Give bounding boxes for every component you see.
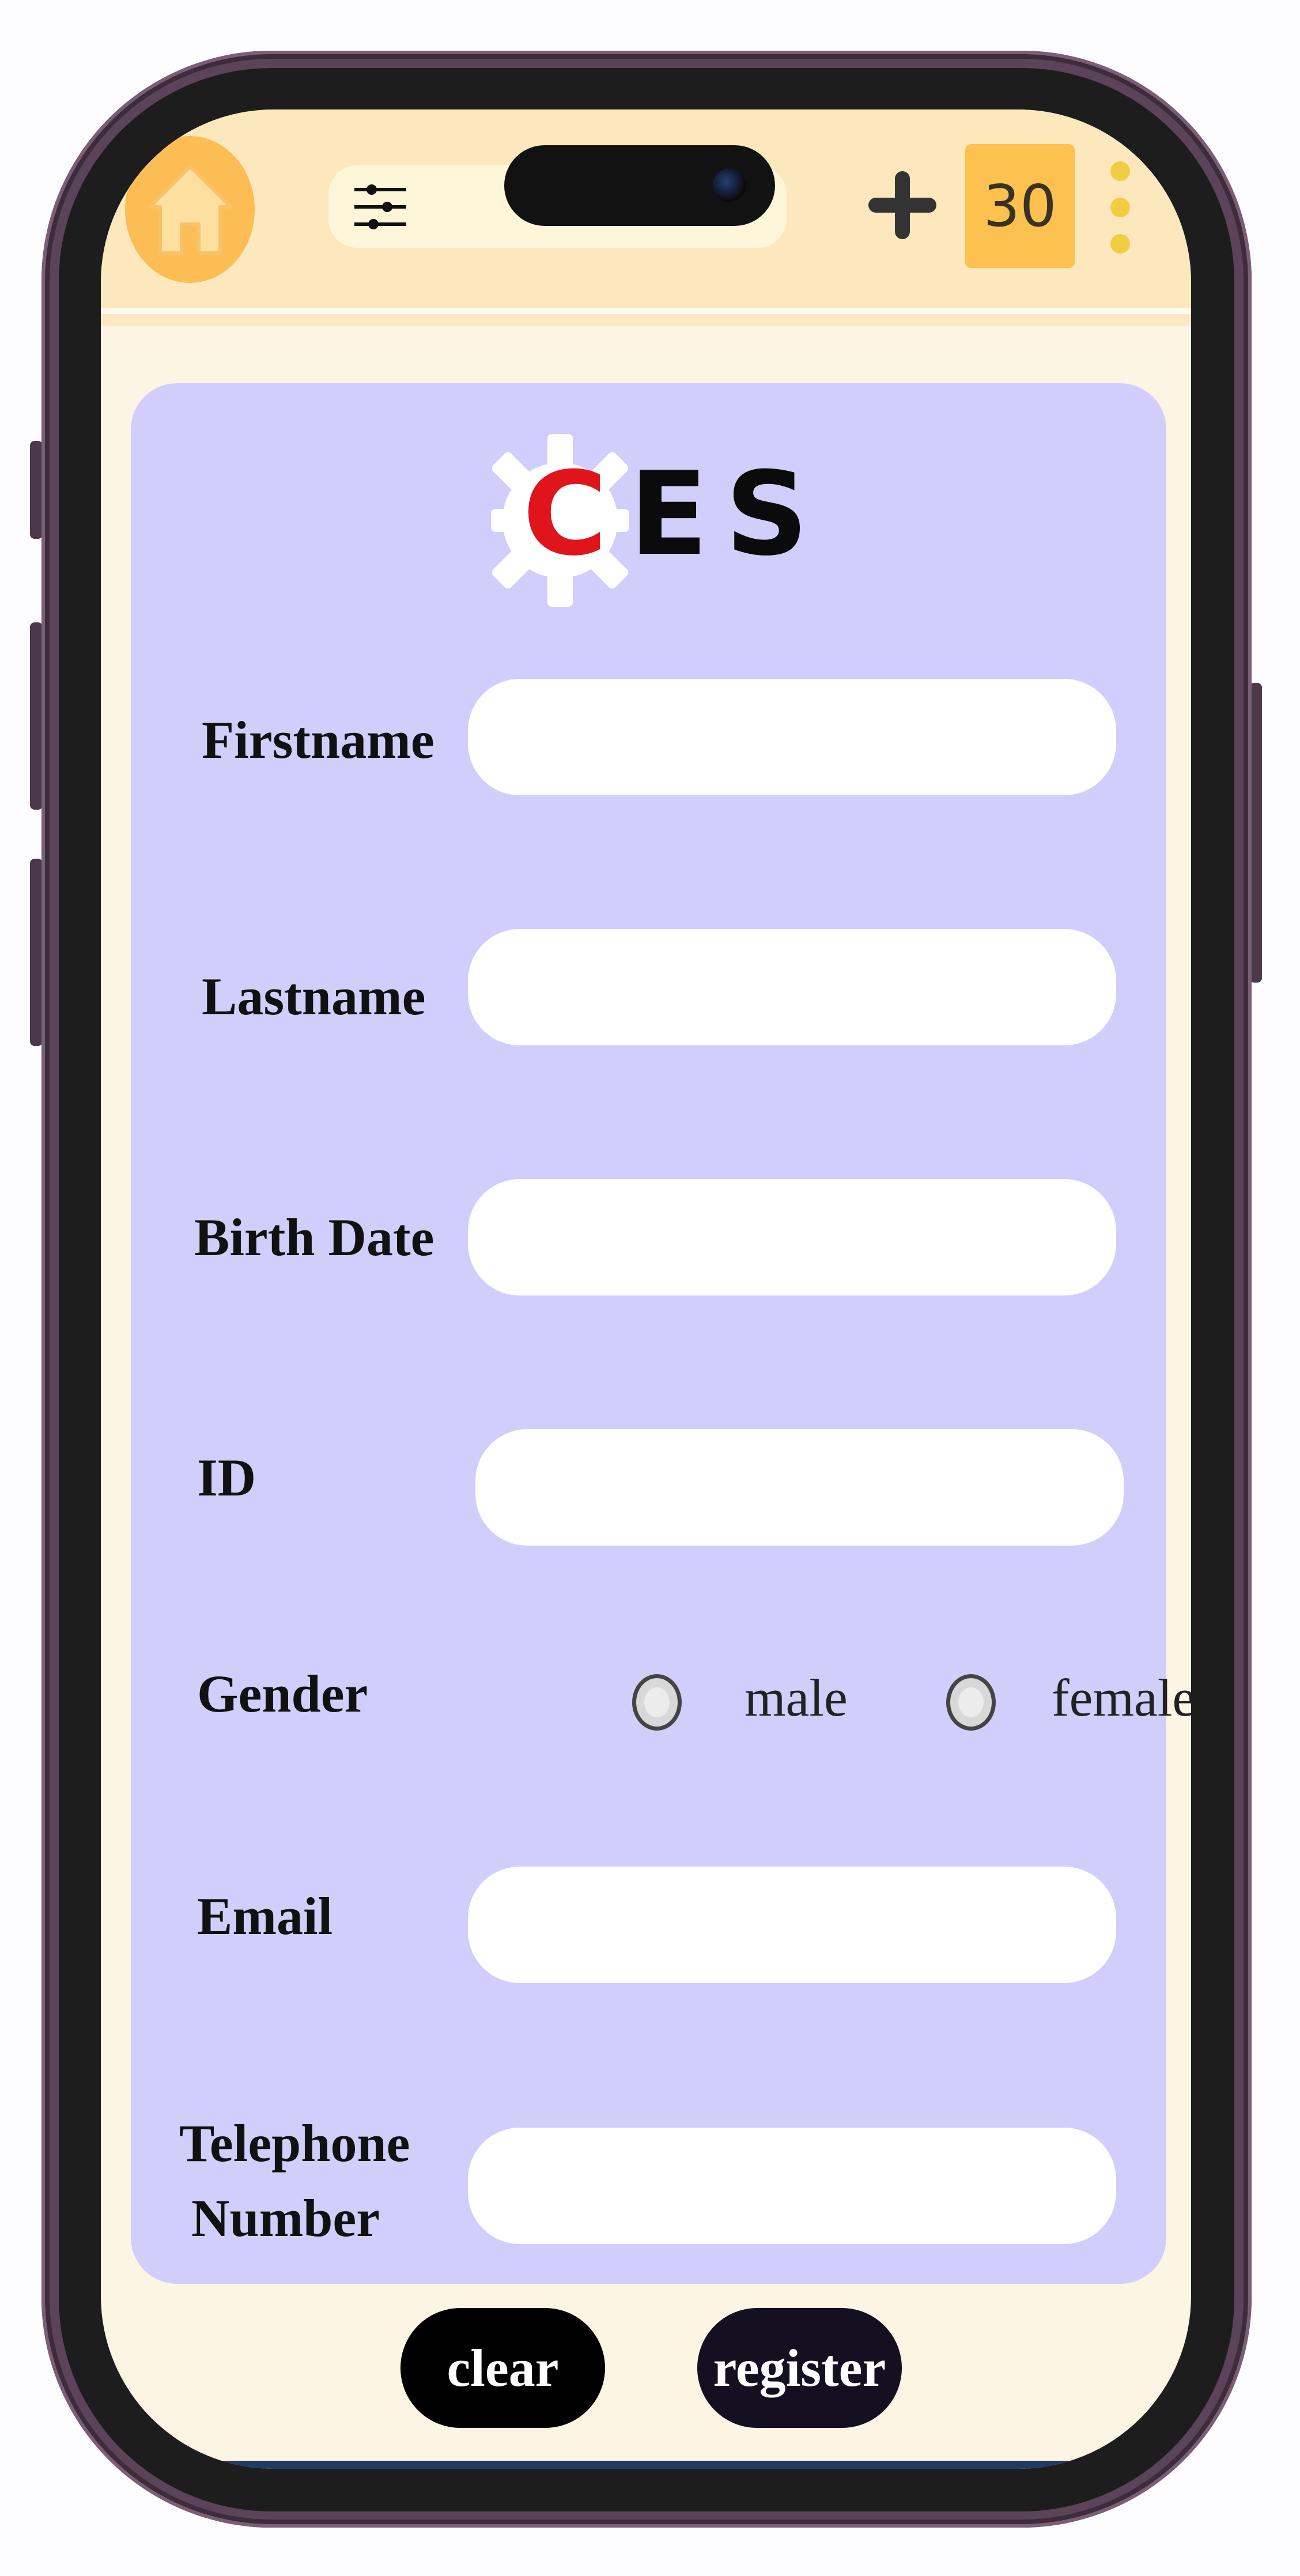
telephone-input[interactable] — [468, 2128, 1116, 2244]
logo-letter-c: C — [523, 447, 607, 581]
id-input[interactable] — [475, 1429, 1124, 1546]
ces-logo: C ES — [491, 434, 808, 607]
birthdate-input[interactable] — [468, 1179, 1116, 1295]
top-bar: 30 — [101, 109, 1191, 308]
logo-letters-es: ES — [629, 447, 826, 581]
filter-icon[interactable] — [352, 178, 409, 236]
camera-icon — [713, 168, 746, 202]
email-input[interactable] — [468, 1867, 1116, 1983]
firstname-label: Firstname — [202, 711, 434, 769]
telephone-label-line2: Number — [191, 2189, 380, 2248]
volume-up-button — [30, 622, 43, 810]
registration-form: C ES Firstname Lastname Birth Date ID Ge… — [131, 383, 1191, 2284]
birthdate-label: Birth Date — [194, 1208, 434, 1267]
gender-label: Gender — [197, 1664, 368, 1723]
plus-icon[interactable] — [861, 164, 942, 245]
home-icon — [148, 164, 232, 255]
clear-button[interactable]: clear — [400, 2308, 605, 2428]
app-screen: 30 C ES Firstname Lastname Birth Date ID… — [101, 109, 1191, 2469]
top-bar-divider — [101, 308, 1191, 314]
id-label: ID — [197, 1448, 256, 1507]
gender-female-label: female — [1052, 1668, 1191, 1727]
mute-switch — [30, 441, 43, 539]
register-button[interactable]: register — [697, 2308, 902, 2428]
lastname-input[interactable] — [468, 929, 1116, 1045]
email-label: Email — [197, 1887, 333, 1946]
firstname-input[interactable] — [468, 679, 1116, 795]
lastname-label: Lastname — [202, 967, 426, 1026]
gender-female-radio[interactable] — [946, 1674, 996, 1731]
telephone-label-line1: Telephone — [179, 2114, 410, 2173]
home-button[interactable] — [125, 136, 255, 283]
bottom-edge — [101, 2461, 1191, 2469]
gender-male-label: male — [745, 1668, 848, 1727]
more-vertical-icon[interactable] — [1104, 161, 1138, 254]
volume-down-button — [30, 859, 43, 1046]
dynamic-island — [504, 145, 775, 226]
top-bar-shadow — [101, 314, 1191, 326]
counter-badge: 30 — [965, 144, 1075, 268]
gender-male-radio[interactable] — [632, 1674, 682, 1731]
